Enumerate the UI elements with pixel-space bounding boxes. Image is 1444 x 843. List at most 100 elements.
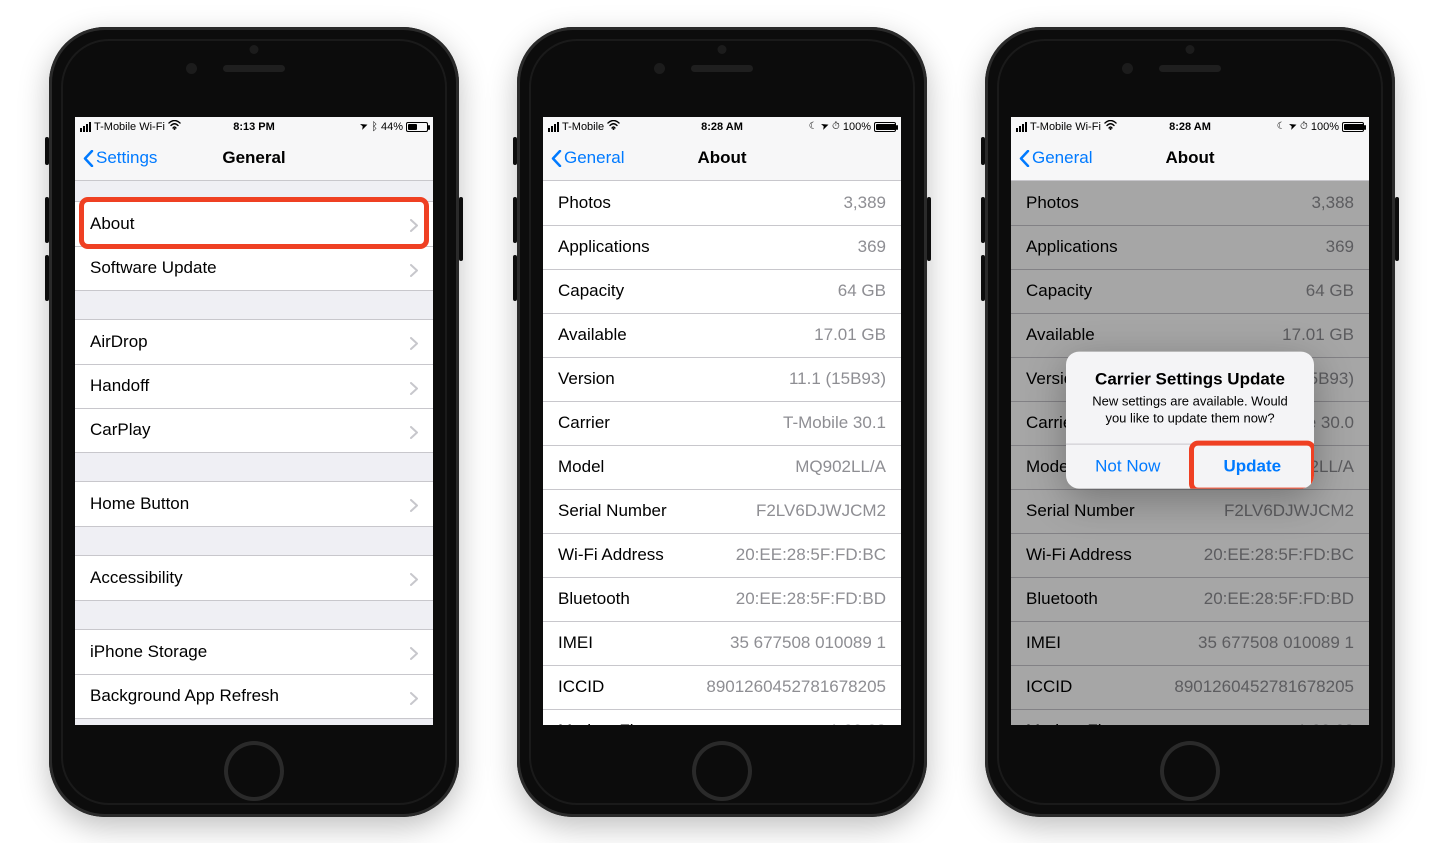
about-row[interactable]: Modem Firmware 1.02.03 <box>543 709 901 725</box>
row-value: MQ902LL/A <box>795 457 886 477</box>
about-row[interactable]: Carrier T-Mobile 30.1 <box>543 401 901 445</box>
wifi-icon <box>607 120 620 133</box>
row-label: ICCID <box>558 677 604 697</box>
chevron-right-icon <box>410 497 418 510</box>
dialog-update-button[interactable]: Update <box>1190 444 1315 488</box>
carrier-label: T-Mobile <box>562 121 604 133</box>
row-value: 1.02.03 <box>829 721 886 725</box>
nav-bar: General About <box>1011 137 1369 181</box>
about-row[interactable]: Serial Number F2LV6DJWJCM2 <box>543 489 901 533</box>
battery-percent: 100% <box>1311 121 1339 133</box>
dialog-title: Carrier Settings Update <box>1080 369 1300 389</box>
home-button[interactable] <box>692 741 752 801</box>
back-button[interactable]: Settings <box>83 148 157 168</box>
row-label: AirDrop <box>90 332 148 352</box>
row-carplay[interactable]: CarPlay <box>75 408 433 452</box>
back-button[interactable]: General <box>551 148 624 168</box>
row-label: Capacity <box>558 281 624 301</box>
row-airdrop[interactable]: AirDrop <box>75 320 433 364</box>
about-row[interactable]: Version11.1 (15B93) <box>543 357 901 401</box>
about-row[interactable]: Capacity 64 GB <box>543 269 901 313</box>
row-label: Background App Refresh <box>90 686 279 706</box>
row-home-button[interactable]: Home Button <box>75 482 433 526</box>
clock: 8:13 PM <box>233 121 275 133</box>
about-row[interactable]: Wi-Fi Address20:EE:28:5F:FD:BC <box>543 533 901 577</box>
row-value: 11.1 (15B93) <box>789 369 886 389</box>
wifi-icon <box>1104 120 1117 133</box>
alarm-icon: ⏱ <box>832 121 840 132</box>
location-icon: ➤ <box>819 120 831 133</box>
nav-title: General <box>222 148 285 168</box>
phone-general: T-Mobile Wi-Fi 8:13 PM ➤ ᛒ 44% Settings … <box>49 27 459 817</box>
dialog-btn-label: Not Now <box>1095 456 1160 476</box>
row-handoff[interactable]: Handoff <box>75 364 433 408</box>
battery-percent: 44% <box>381 121 403 133</box>
row-value: 35 677508 010089 1 <box>730 633 886 653</box>
nav-title: About <box>1165 148 1214 168</box>
nav-title: About <box>697 148 746 168</box>
moon-icon: ☾ <box>809 121 818 132</box>
row-label: About <box>90 214 134 234</box>
about-row[interactable]: Photos3,389 <box>543 181 901 225</box>
row-value: 64 GB <box>838 281 886 301</box>
row-about[interactable]: About <box>75 202 433 246</box>
clock: 8:28 AM <box>1169 121 1211 133</box>
row-label: IMEI <box>558 633 593 653</box>
home-button[interactable] <box>1160 741 1220 801</box>
row-value: T-Mobile 30.1 <box>783 413 886 433</box>
clock: 8:28 AM <box>701 121 743 133</box>
dialog-btn-label: Update <box>1223 456 1281 476</box>
nav-bar: General About <box>543 137 901 181</box>
back-label: General <box>1032 148 1092 168</box>
row-label: Accessibility <box>90 568 183 588</box>
row-label: Handoff <box>90 376 149 396</box>
row-software-update[interactable]: Software Update <box>75 246 433 290</box>
phone-about: T-Mobile 8:28 AM ☾ ➤ ⏱ 100% General Abou… <box>517 27 927 817</box>
row-label: Serial Number <box>558 501 667 521</box>
row-iphone-storage[interactable]: iPhone Storage <box>75 630 433 674</box>
row-value: 369 <box>858 237 886 257</box>
about-row[interactable]: Model MQ902LL/A <box>543 445 901 489</box>
row-label: Model <box>558 457 604 477</box>
chevron-right-icon <box>410 380 418 393</box>
carrier-label: T-Mobile Wi-Fi <box>94 121 165 133</box>
bluetooth-icon: ᛒ <box>371 121 378 133</box>
row-label: Home Button <box>90 494 189 514</box>
battery-icon <box>1342 122 1364 132</box>
carrier-label: T-Mobile Wi-Fi <box>1030 121 1101 133</box>
signal-icon <box>1016 122 1027 132</box>
back-button[interactable]: General <box>1019 148 1092 168</box>
row-label: Carrier <box>558 413 610 433</box>
location-icon: ➤ <box>358 120 370 133</box>
about-row[interactable]: Available 17.01 GB <box>543 313 901 357</box>
chevron-right-icon <box>410 424 418 437</box>
about-row[interactable]: Bluetooth 20:EE:28:5F:FD:BD <box>543 577 901 621</box>
row-label: Available <box>558 325 627 345</box>
row-value: F2LV6DJWJCM2 <box>756 501 886 521</box>
alarm-icon: ⏱ <box>1300 121 1308 132</box>
row-accessibility[interactable]: Accessibility <box>75 556 433 600</box>
home-button[interactable] <box>224 741 284 801</box>
back-label: General <box>564 148 624 168</box>
dialog-not-now-button[interactable]: Not Now <box>1066 444 1190 488</box>
row-label: Bluetooth <box>558 589 630 609</box>
about-row[interactable]: ICCID8901260452781678205 <box>543 665 901 709</box>
row-background-app-refresh[interactable]: Background App Refresh <box>75 674 433 718</box>
row-label: Photos <box>558 193 611 213</box>
about-row[interactable]: Applications 369 <box>543 225 901 269</box>
signal-icon <box>80 122 91 132</box>
chevron-right-icon <box>410 690 418 703</box>
battery-icon <box>874 122 896 132</box>
row-label: Modem Firmware <box>558 721 690 725</box>
row-value: 17.01 GB <box>814 325 886 345</box>
wifi-icon <box>168 120 181 133</box>
back-label: Settings <box>96 148 157 168</box>
row-label: Applications <box>558 237 650 257</box>
nav-bar: Settings General <box>75 137 433 181</box>
chevron-right-icon <box>410 335 418 348</box>
location-icon: ➤ <box>1287 120 1299 133</box>
dialog-message: New settings are available. Would you li… <box>1080 393 1300 427</box>
about-row[interactable]: IMEI 35 677508 010089 1 <box>543 621 901 665</box>
row-value: 20:EE:28:5F:FD:BD <box>736 589 886 609</box>
chevron-right-icon <box>410 217 418 230</box>
